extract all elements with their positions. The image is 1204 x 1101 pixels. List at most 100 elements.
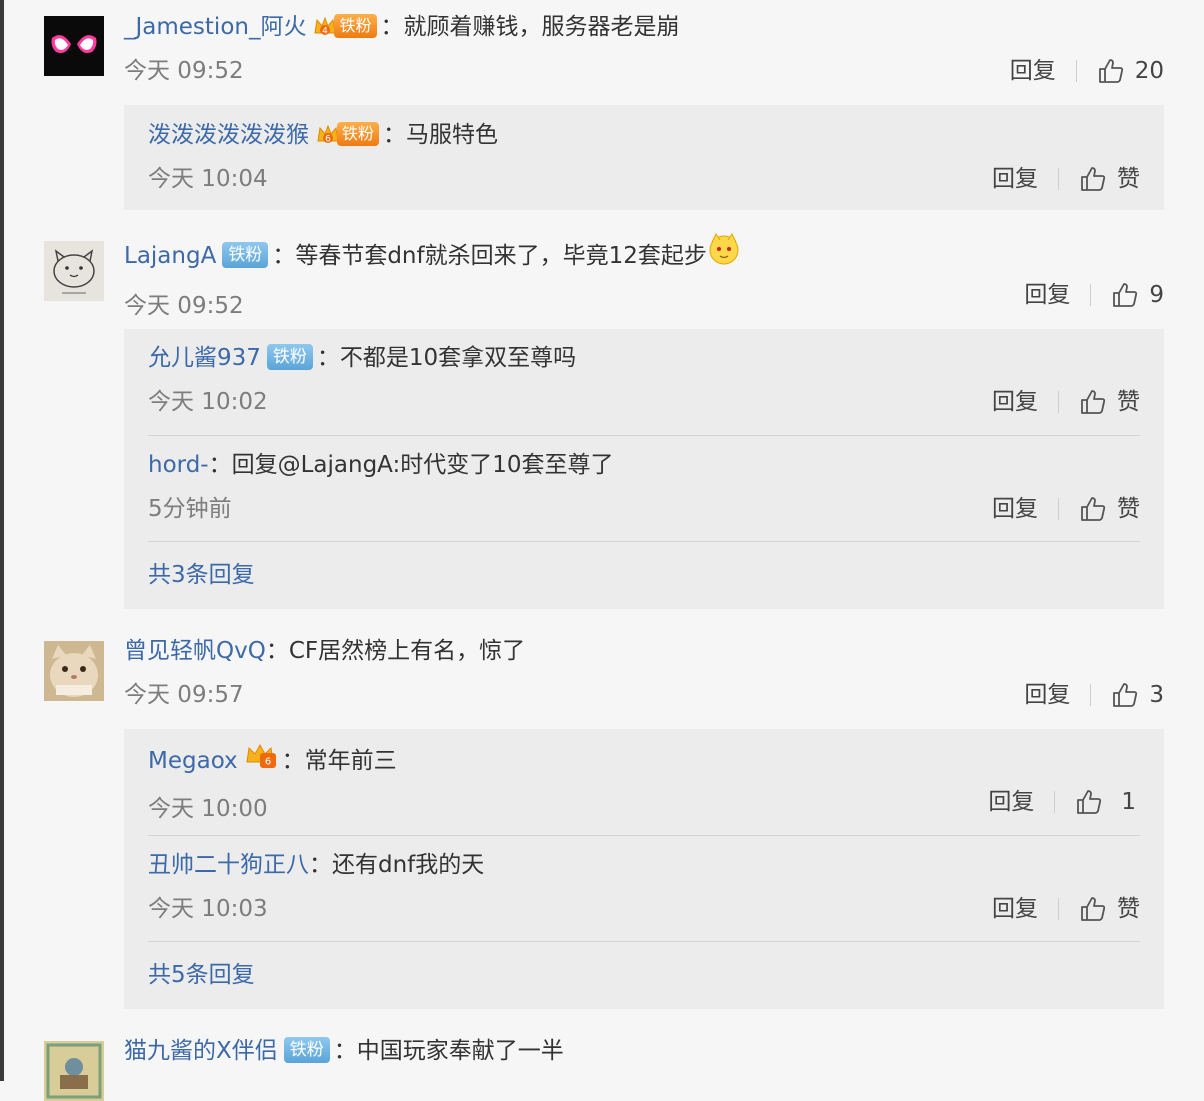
like-label: 赞 xyxy=(1117,166,1140,192)
reply-text: 常年前三 xyxy=(304,748,397,774)
reply-item: 丑帅二十狗正八：还有dnf我的天 今天 10:03 回复 赞 xyxy=(148,849,1140,925)
colon: ： xyxy=(309,852,332,878)
reply-text: 马服特色 xyxy=(406,122,499,148)
divider xyxy=(1075,60,1077,82)
like-button[interactable]: 赞 xyxy=(1079,893,1140,925)
avatar[interactable] xyxy=(44,241,104,301)
reply-divider xyxy=(148,835,1140,836)
comment-username[interactable]: 猫九酱的X伴侣 xyxy=(124,1038,278,1064)
reply-button[interactable]: 回复 xyxy=(988,786,1034,818)
comment-time: 今天 09:57 xyxy=(124,682,244,708)
like-count: 3 xyxy=(1149,682,1164,708)
crown-badge-icon[interactable]: 6 铁粉 xyxy=(315,121,380,147)
reply-actions: 回复 赞 xyxy=(992,893,1140,925)
reply-button[interactable]: 回复 xyxy=(1010,55,1056,87)
reply-list: 允儿酱937 铁粉 ：不都是10套拿双至尊吗 今天 10:02 回复 赞 hord-… xyxy=(124,329,1164,609)
reply-actions: 回复 赞 xyxy=(992,386,1140,418)
reply-text: 不都是10套拿双至尊吗 xyxy=(339,345,577,371)
reply-username[interactable]: Megaox xyxy=(148,748,238,774)
comment-text: 等春节套dnf就杀回来了，毕竟12套起步 xyxy=(295,243,707,269)
avatar[interactable] xyxy=(44,641,104,701)
reply-list: Megaox 6 ：常年前三 今天 10:00 回复 1 丑帅二十狗正八：还有dnf… xyxy=(124,729,1164,1009)
crown-badge-icon[interactable]: 4 铁粉 xyxy=(312,13,377,39)
colon: ： xyxy=(380,14,404,40)
avatar[interactable] xyxy=(44,1041,104,1101)
like-button[interactable]: 1 xyxy=(1075,786,1136,818)
fan-badge-label: 铁粉 xyxy=(334,13,377,38)
window-left-edge xyxy=(0,0,4,1081)
like-count: 9 xyxy=(1149,282,1164,308)
reply-button[interactable]: 回复 xyxy=(992,386,1038,418)
svg-text:6: 6 xyxy=(325,134,331,144)
iron-fan-badge[interactable]: 铁粉 xyxy=(266,343,313,370)
reply-item: hord-：回复@LajangA:时代变了10套至尊了 5分钟前 回复 赞 xyxy=(148,449,1140,525)
divider xyxy=(1058,168,1059,190)
more-replies-link[interactable]: 共5条回复 xyxy=(148,959,255,991)
divider xyxy=(1090,284,1092,306)
reply-list: 泼泼泼泼泼泼猴 6 铁粉 ：马服特色 今天 10:04 回复 赞 xyxy=(124,105,1164,210)
divider xyxy=(1058,898,1059,920)
thumbs-up-icon xyxy=(1077,790,1102,814)
reply-button[interactable]: 回复 xyxy=(992,893,1038,925)
like-button[interactable]: 3 xyxy=(1111,679,1164,711)
like-button[interactable]: 20 xyxy=(1097,55,1164,87)
like-button[interactable]: 9 xyxy=(1111,279,1164,311)
divider xyxy=(1054,791,1056,813)
reply-button[interactable]: 回复 xyxy=(992,493,1038,525)
reply-button[interactable]: 回复 xyxy=(1024,679,1070,711)
thumbs-up-icon xyxy=(1098,59,1123,83)
comment-username[interactable]: _Jamestion_阿火 xyxy=(124,14,306,40)
like-count: 1 xyxy=(1121,789,1136,815)
thumbs-up-icon xyxy=(1081,390,1106,414)
reply-divider xyxy=(148,435,1140,436)
iron-fan-badge[interactable]: 铁粉 xyxy=(283,1036,330,1063)
thumbs-up-icon xyxy=(1113,283,1138,307)
like-label: 赞 xyxy=(1117,896,1140,922)
more-replies-link[interactable]: 共3条回复 xyxy=(148,559,255,591)
iron-fan-badge[interactable]: 铁粉 xyxy=(222,241,269,268)
comment-actions: 回复 20 xyxy=(1010,55,1164,87)
reply-username[interactable]: hord- xyxy=(148,452,209,478)
comment-text: 就顾着赚钱，服务器老是崩 xyxy=(403,14,680,40)
colon: ： xyxy=(272,243,296,269)
thumbs-up-icon xyxy=(1113,683,1138,707)
colon: ： xyxy=(333,1038,357,1064)
reply-button[interactable]: 回复 xyxy=(1024,279,1070,311)
like-label: 赞 xyxy=(1117,496,1140,522)
reply-actions: 回复 1 xyxy=(988,786,1136,818)
comment-actions: 回复 9 xyxy=(1024,279,1164,311)
thumbs-up-icon xyxy=(1081,897,1106,921)
like-button[interactable]: 赞 xyxy=(1079,386,1140,418)
thumbs-up-icon xyxy=(1081,497,1106,521)
reply-username[interactable]: 允儿酱937 xyxy=(148,345,261,371)
colon: ： xyxy=(208,452,232,478)
like-button[interactable]: 赞 xyxy=(1079,163,1140,195)
dog-face-emoji-icon xyxy=(707,232,741,275)
comment-time: 今天 09:52 xyxy=(124,58,244,84)
reply-actions: 回复 赞 xyxy=(992,163,1140,195)
fan-badge-label: 铁粉 xyxy=(337,121,380,146)
reply-divider xyxy=(148,541,1140,542)
like-count: 20 xyxy=(1134,58,1164,84)
crown-badge-icon[interactable]: 6 xyxy=(244,740,278,779)
comment-time: 今天 09:52 xyxy=(124,293,244,319)
comment-username[interactable]: 曾见轻帆QvQ xyxy=(124,638,266,664)
like-button[interactable]: 赞 xyxy=(1079,493,1140,525)
comment-username[interactable]: LajangA xyxy=(124,243,216,269)
avatar[interactable] xyxy=(44,16,104,76)
reply-username[interactable]: 泼泼泼泼泼泼猴 xyxy=(148,122,309,148)
svg-text:4: 4 xyxy=(323,26,329,36)
reply-item: Megaox 6 ：常年前三 今天 10:00 回复 1 xyxy=(148,742,1140,825)
like-label: 赞 xyxy=(1117,389,1140,415)
reply-item: 泼泼泼泼泼泼猴 6 铁粉 ：马服特色 今天 10:04 回复 赞 xyxy=(148,119,1140,195)
reply-username[interactable]: 丑帅二十狗正八 xyxy=(148,852,309,878)
reply-text: 还有dnf我的天 xyxy=(332,852,485,878)
svg-text:6: 6 xyxy=(264,757,270,768)
colon: ： xyxy=(316,345,340,371)
reply-actions: 回复 赞 xyxy=(992,493,1140,525)
reply-button[interactable]: 回复 xyxy=(992,163,1038,195)
comment-text: 中国玩家奉献了一半 xyxy=(356,1038,564,1064)
divider xyxy=(1058,391,1059,413)
reply-item: 允儿酱937 铁粉 ：不都是10套拿双至尊吗 今天 10:02 回复 赞 xyxy=(148,342,1140,418)
thumbs-up-icon xyxy=(1081,167,1106,191)
